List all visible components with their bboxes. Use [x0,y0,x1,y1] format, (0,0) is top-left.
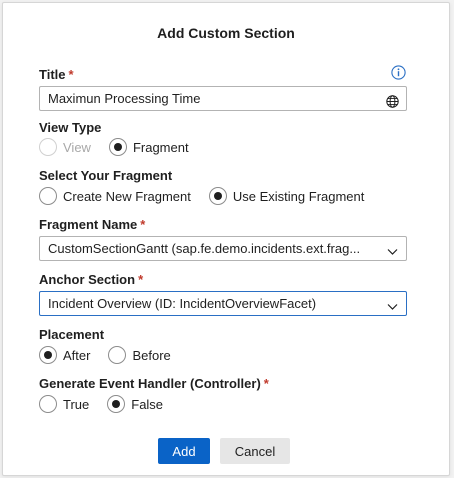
radio-after-circle[interactable] [39,346,57,364]
radio-after-label[interactable]: After [63,348,90,363]
radio-view-circle [39,138,57,156]
required-mark: * [138,272,144,287]
select-fragment-label: Select Your Fragment [39,168,173,183]
radio-view: View [39,138,91,156]
radio-fragment-label[interactable]: Fragment [133,140,189,155]
fragment-name-select[interactable]: CustomSectionGantt (sap.fe.demo.incident… [39,236,407,261]
view-type-group: View Fragment [39,138,207,156]
add-custom-section-dialog: Add Custom Section Title * Maximun Proces… [2,2,450,476]
radio-create-new-fragment[interactable]: Create New Fragment [39,187,191,205]
radio-before[interactable]: Before [108,346,171,364]
radio-create-new-circle[interactable] [39,187,57,205]
radio-true-circle[interactable] [39,395,57,413]
required-mark: * [140,217,146,232]
event-handler-group: True False [39,395,181,413]
event-handler-label-text: Generate Event Handler (Controller) [39,376,261,391]
anchor-section-select[interactable]: Incident Overview (ID: IncidentOverviewF… [39,291,407,316]
info-icon[interactable] [391,65,406,80]
required-mark: * [68,67,74,82]
radio-false[interactable]: False [107,395,163,413]
globe-icon[interactable] [386,92,399,108]
radio-use-existing-fragment[interactable]: Use Existing Fragment [208,187,365,205]
radio-true[interactable]: True [39,395,89,413]
radio-fragment-circle[interactable] [108,138,127,156]
title-input[interactable]: Maximun Processing Time [39,86,407,111]
add-button[interactable]: Add [158,438,210,464]
radio-use-existing-label[interactable]: Use Existing Fragment [233,189,365,204]
view-type-label: View Type [39,120,102,135]
select-fragment-group: Create New Fragment Use Existing Fragmen… [39,187,382,205]
radio-false-label[interactable]: False [131,397,163,412]
chevron-down-icon[interactable] [386,297,399,310]
placement-group: After Before [39,346,189,364]
radio-before-label[interactable]: Before [132,348,170,363]
title-label-text: Title [39,67,66,82]
cancel-button[interactable]: Cancel [220,438,290,464]
fragment-name-label-text: Fragment Name [39,217,138,232]
radio-true-label[interactable]: True [63,397,89,412]
dialog-title: Add Custom Section [157,25,295,41]
required-mark: * [263,376,269,391]
radio-before-circle[interactable] [108,346,127,364]
anchor-section-label-text: Anchor Section [39,272,136,287]
placement-label: Placement [39,327,105,342]
radio-fragment[interactable]: Fragment [108,138,189,156]
anchor-section-label: Anchor Section * [39,272,143,287]
radio-create-new-label[interactable]: Create New Fragment [63,189,191,204]
anchor-section-value: Incident Overview (ID: IncidentOverviewF… [48,296,317,311]
radio-false-circle[interactable] [107,395,126,413]
radio-after[interactable]: After [39,346,90,364]
fragment-name-value: CustomSectionGantt (sap.fe.demo.incident… [48,241,361,256]
title-input-value: Maximun Processing Time [48,91,201,106]
event-handler-label: Generate Event Handler (Controller) * [39,376,269,391]
radio-view-label: View [63,139,91,155]
chevron-down-icon[interactable] [386,242,399,255]
title-label: Title * [39,67,74,82]
radio-use-existing-circle[interactable] [208,187,227,205]
fragment-name-label: Fragment Name * [39,217,145,232]
